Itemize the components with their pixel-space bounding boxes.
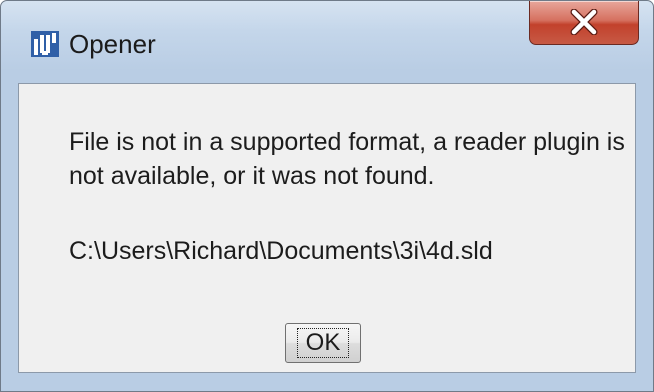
window-title: Opener [69,29,156,59]
imagej-icon [31,31,59,57]
dialog-body: File is not in a supported format, a rea… [18,83,636,373]
title-bar[interactable]: Opener [1,1,653,83]
ok-button-label: OK [296,328,350,358]
dialog-window: Opener File is not in a supported format… [0,0,654,392]
ok-button[interactable]: OK [285,323,361,363]
close-button[interactable] [529,1,639,45]
error-message: File is not in a supported format, a rea… [69,128,625,190]
file-path: C:\Users\Richard\Documents\3i\4d.sld [69,237,493,265]
